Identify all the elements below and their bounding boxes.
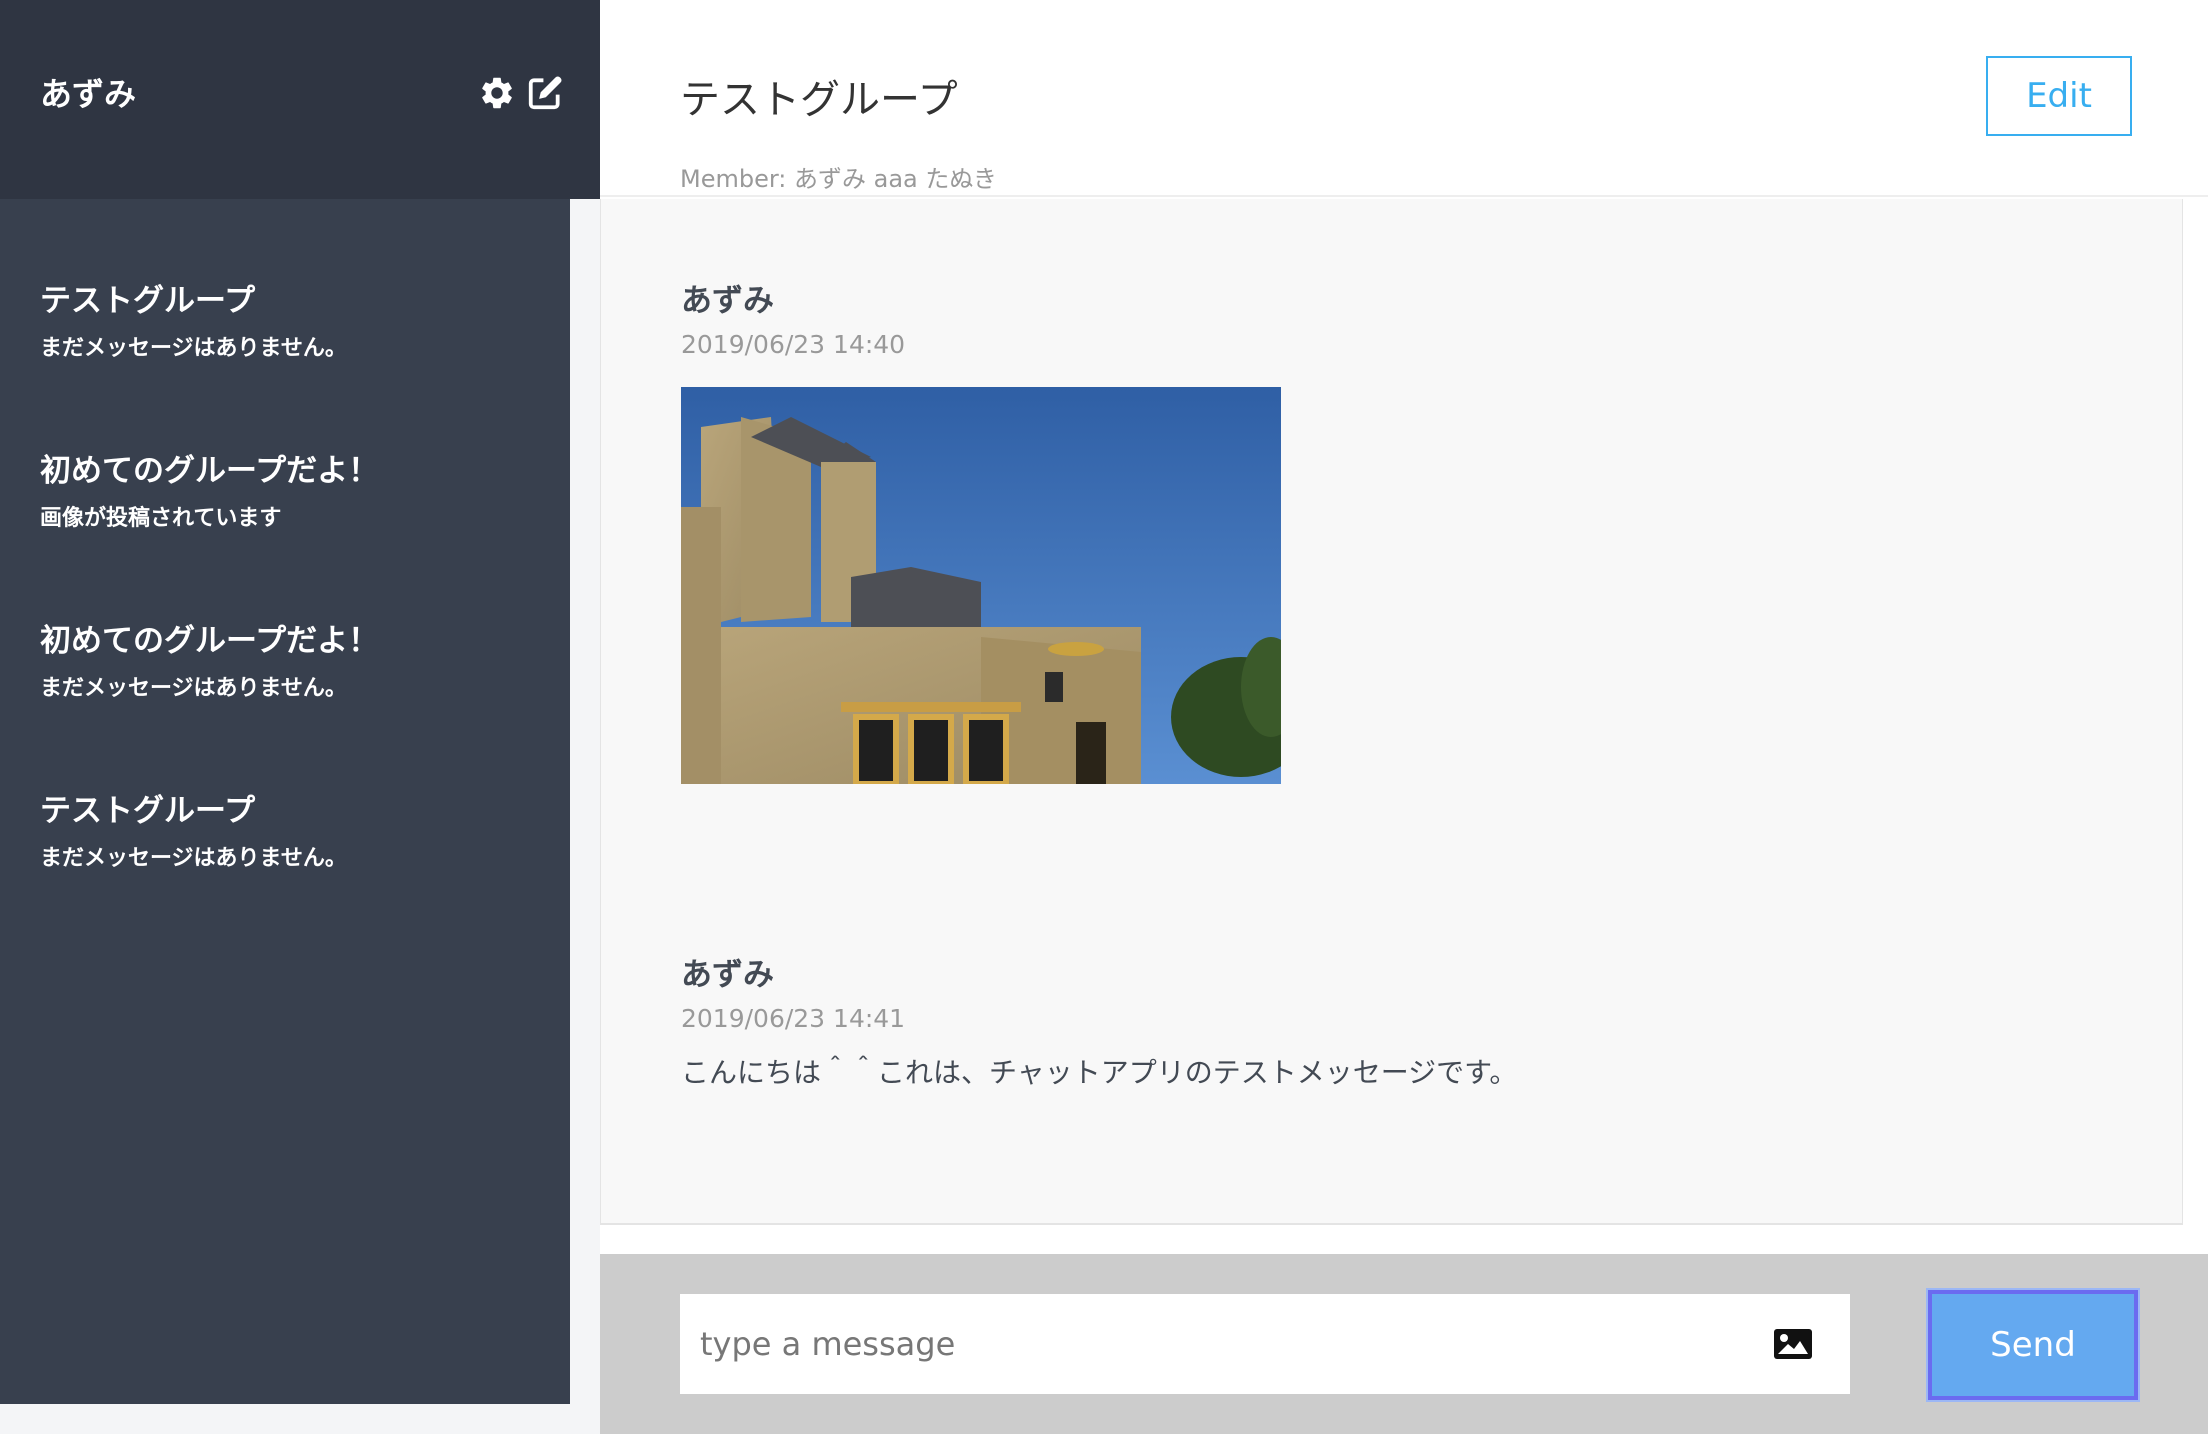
message-text: こんにちは＾＾これは、チャットアプリのテストメッセージです。 — [681, 1056, 1518, 1089]
message-input[interactable] — [680, 1294, 1772, 1394]
message-author: あずみ — [681, 957, 774, 993]
sidebar-header: あずみ — [0, 0, 600, 199]
page-title: テストグループ — [680, 77, 958, 123]
message-input-box — [680, 1294, 1850, 1394]
image-icon[interactable] — [1772, 1327, 1814, 1361]
member-list: Member: あずみ aaa たぬき — [680, 165, 997, 193]
message-timestamp: 2019/06/23 14:40 — [681, 330, 906, 359]
chat-app: あずみ テストグループ まだメッセージはありません。 初めてのグループだよ！ 画… — [0, 0, 2208, 1434]
group-list-item[interactable]: テストグループ まだメッセージはありません。 — [40, 279, 540, 365]
group-name: 初めてのグループだよ！ — [40, 623, 380, 659]
group-last-message: まだメッセージはありません。 — [40, 336, 347, 361]
group-list-item[interactable]: 初めてのグループだよ！ まだメッセージはありません。 — [40, 619, 540, 705]
chat-header: テストグループ Member: あずみ aaa たぬき Edit — [600, 0, 2208, 197]
message-list[interactable]: あずみ 2019/06/23 14:40 あずみ 2019/06/23 14:4… — [600, 199, 2183, 1225]
edit-button[interactable]: Edit — [1986, 56, 2132, 136]
group-name: 初めてのグループだよ！ — [40, 453, 380, 489]
group-list-item[interactable]: 初めてのグループだよ！ 画像が投稿されています — [40, 449, 540, 535]
message-timestamp: 2019/06/23 14:41 — [681, 1004, 906, 1033]
edit-icon[interactable] — [526, 74, 564, 112]
sidebar-bottom-strip — [0, 1404, 570, 1434]
message-form: Send — [600, 1254, 2208, 1434]
message: あずみ 2019/06/23 14:41 こんにちは＾＾これは、チャットアプリの… — [681, 953, 1517, 1093]
group-list: テストグループ まだメッセージはありません。 初めてのグループだよ！ 画像が投稿… — [0, 199, 570, 1404]
group-name: テストグループ — [40, 283, 256, 319]
group-last-message: まだメッセージはありません。 — [40, 846, 347, 871]
sidebar-header-actions — [478, 74, 564, 114]
group-list-item[interactable]: テストグループ まだメッセージはありません。 — [40, 789, 540, 875]
sidebar-gutter — [570, 199, 600, 1434]
castle-photo — [681, 387, 1281, 784]
gear-icon[interactable] — [478, 74, 516, 112]
current-user-name: あずみ — [40, 75, 137, 113]
send-button[interactable]: Send — [1928, 1290, 2138, 1400]
message: あずみ 2019/06/23 14:40 — [681, 279, 1281, 784]
group-last-message: まだメッセージはありません。 — [40, 676, 347, 701]
group-last-message: 画像が投稿されています — [40, 506, 282, 531]
group-name: テストグループ — [40, 793, 256, 829]
message-author: あずみ — [681, 283, 774, 319]
